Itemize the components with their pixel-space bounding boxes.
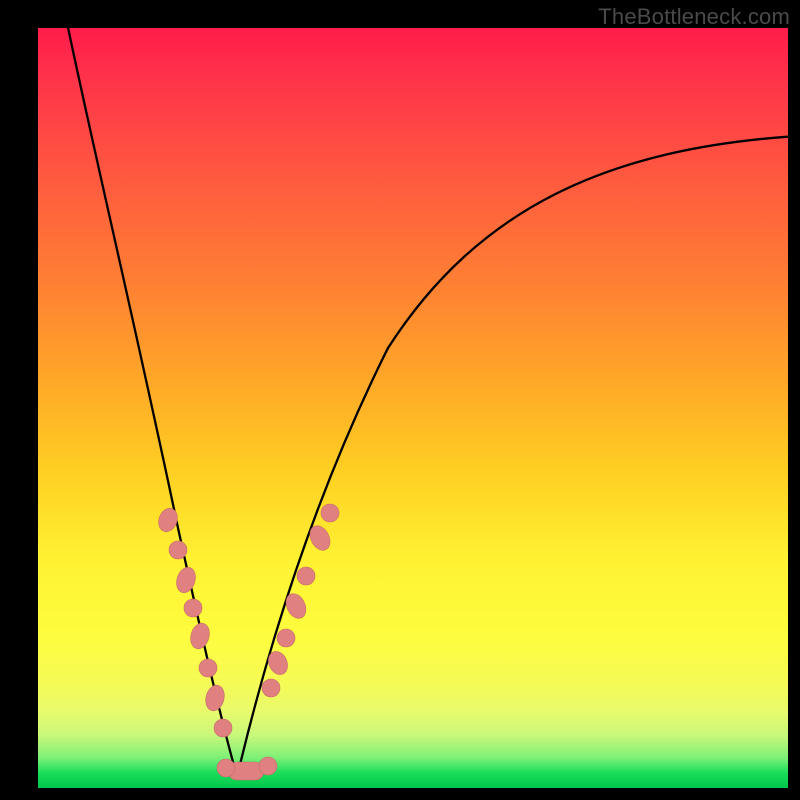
markers-bottom — [217, 757, 277, 780]
watermark-text: TheBottleneck.com — [598, 4, 790, 30]
chart-canvas: TheBottleneck.com — [0, 0, 800, 800]
markers-left — [155, 506, 232, 737]
curve-right-branch — [238, 136, 788, 773]
plot-background — [38, 28, 788, 788]
markers-right — [262, 504, 339, 697]
chart-svg — [38, 28, 788, 788]
